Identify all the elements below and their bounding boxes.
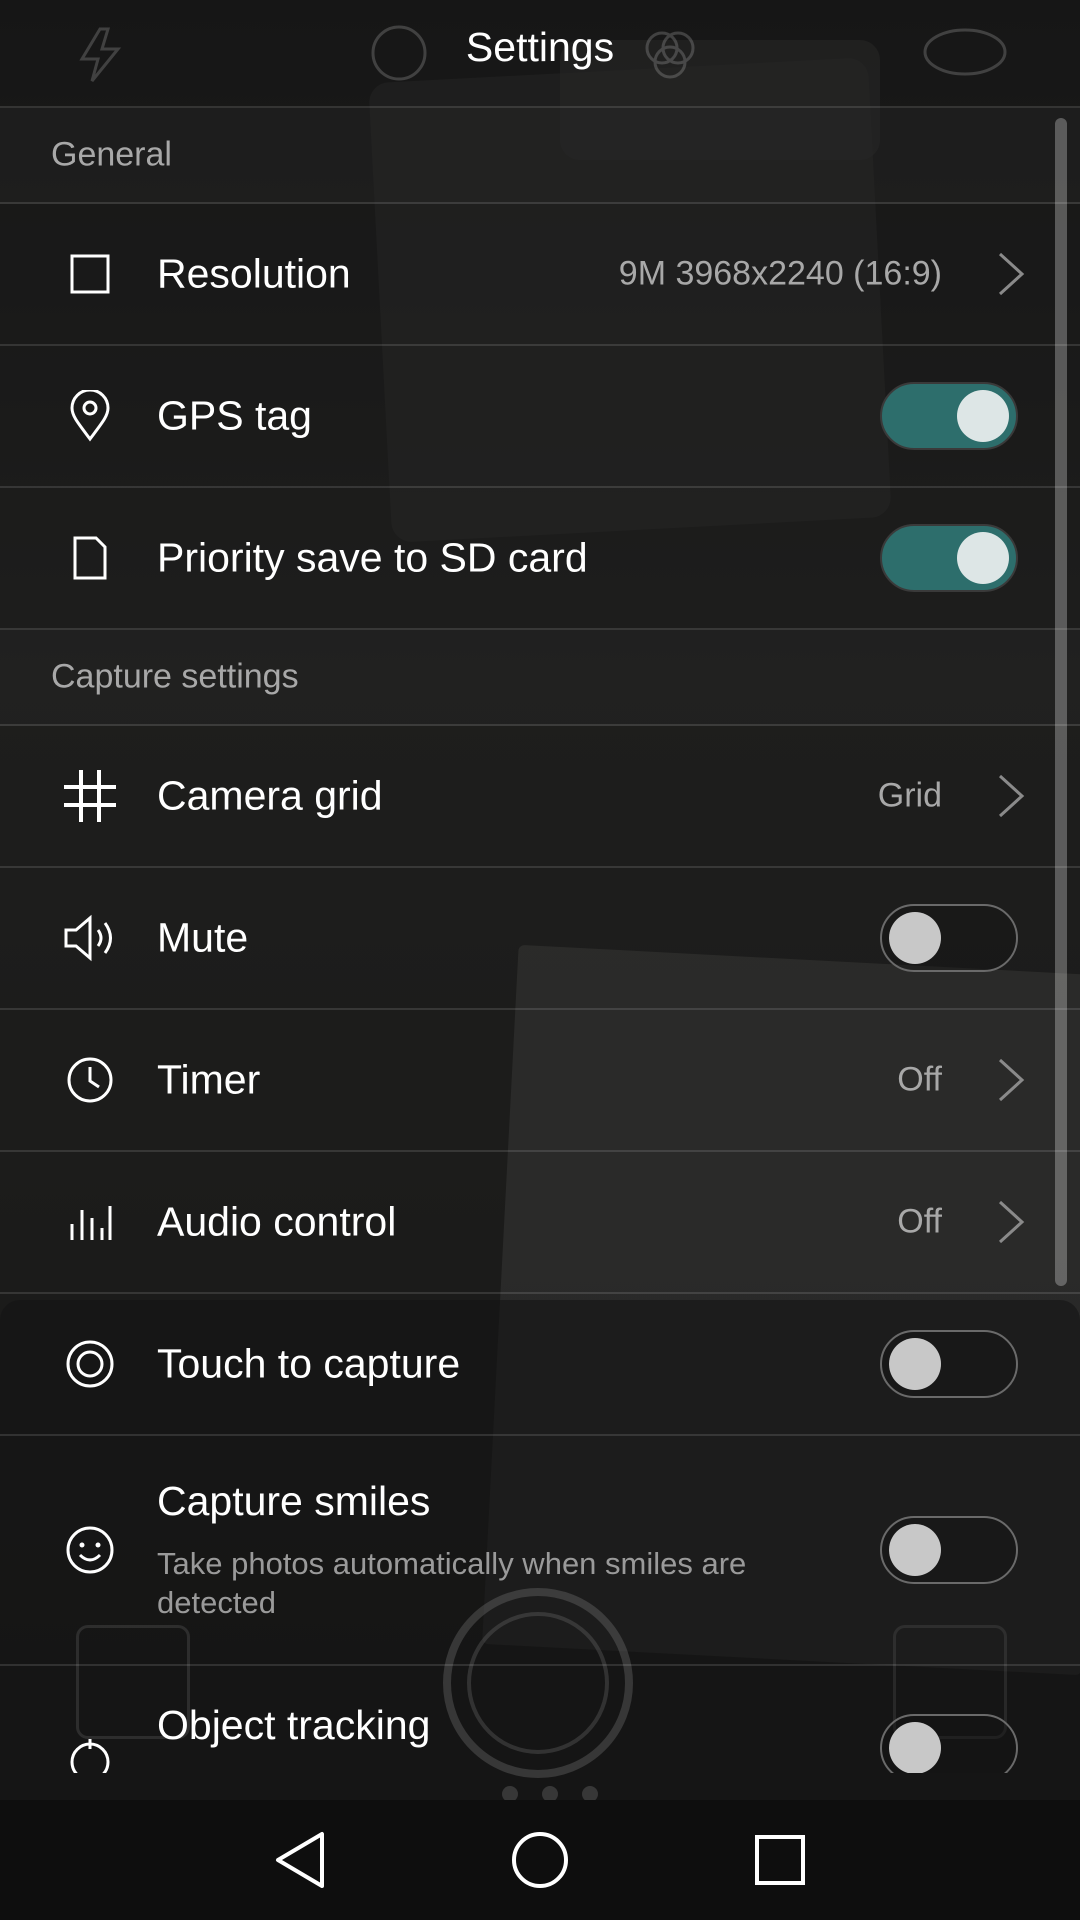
- section-header-capture: Capture settings: [0, 630, 1080, 726]
- setting-value: Grid: [877, 776, 942, 815]
- setting-label: Capture smiles: [157, 1478, 431, 1524]
- setting-priority-sd[interactable]: Priority save to SD card: [0, 488, 1080, 630]
- setting-label: Timer: [157, 1056, 261, 1103]
- smiley-icon: [60, 1520, 120, 1580]
- system-nav-bar: [0, 1800, 1080, 1920]
- setting-value: Off: [897, 1060, 942, 1099]
- toggle-knob: [889, 1722, 941, 1773]
- setting-timer[interactable]: Timer Off: [0, 1010, 1080, 1152]
- setting-label: Priority save to SD card: [157, 534, 588, 581]
- speaker-icon: [60, 908, 120, 968]
- setting-object-tracking[interactable]: Object tracking: [0, 1666, 1080, 1773]
- grid-icon: [60, 766, 120, 826]
- home-button[interactable]: [500, 1820, 580, 1900]
- gps-tag-toggle[interactable]: [880, 382, 1018, 450]
- recents-button[interactable]: [740, 1820, 820, 1900]
- location-pin-icon: [60, 386, 120, 446]
- object-tracking-toggle[interactable]: [880, 1714, 1018, 1773]
- setting-resolution[interactable]: Resolution 9M 3968x2240 (16:9): [0, 204, 1080, 346]
- setting-label: Resolution: [157, 250, 351, 297]
- setting-label: Mute: [157, 914, 249, 961]
- chevron-right-icon: [998, 1200, 1025, 1244]
- setting-label: Camera grid: [157, 772, 383, 819]
- scrollbar[interactable]: [1055, 118, 1067, 1286]
- toggle-knob: [889, 1524, 941, 1576]
- back-triangle-icon: [276, 1832, 324, 1888]
- settings-list[interactable]: General Resolution 9M 3968x2240 (16:9) G…: [0, 108, 1080, 1773]
- home-circle-icon: [512, 1832, 568, 1888]
- clock-icon: [60, 1050, 120, 1110]
- section-header-general: General: [0, 108, 1080, 204]
- section-title: General: [51, 135, 172, 174]
- setting-label: GPS tag: [157, 392, 312, 439]
- setting-capture-smiles[interactable]: Capture smiles Take photos automatically…: [0, 1436, 1080, 1666]
- setting-description: Take photos automatically when smiles ar…: [157, 1546, 747, 1620]
- sd-card-icon: [60, 528, 120, 588]
- mute-toggle[interactable]: [880, 904, 1018, 972]
- tracking-icon: [60, 1732, 120, 1773]
- setting-value: Off: [897, 1202, 942, 1241]
- setting-label: Touch to capture: [157, 1340, 461, 1387]
- touch-circle-icon: [60, 1334, 120, 1394]
- setting-camera-grid[interactable]: Camera grid Grid: [0, 726, 1080, 868]
- setting-mute[interactable]: Mute: [0, 868, 1080, 1010]
- toggle-knob: [889, 1338, 941, 1390]
- resolution-square-icon: [60, 244, 120, 304]
- setting-gps-tag[interactable]: GPS tag: [0, 346, 1080, 488]
- back-button[interactable]: [260, 1820, 340, 1900]
- recents-square-icon: [755, 1835, 805, 1885]
- setting-label: Object tracking: [157, 1702, 431, 1748]
- capture-smiles-toggle[interactable]: [880, 1516, 1018, 1584]
- toggle-knob: [957, 390, 1009, 442]
- chevron-right-icon: [998, 1058, 1025, 1102]
- chevron-right-icon: [998, 252, 1025, 296]
- setting-label: Audio control: [157, 1198, 397, 1245]
- chevron-right-icon: [998, 774, 1025, 818]
- touch-capture-toggle[interactable]: [880, 1330, 1018, 1398]
- setting-value: 9M 3968x2240 (16:9): [618, 254, 942, 293]
- setting-touch-capture[interactable]: Touch to capture: [0, 1294, 1080, 1436]
- priority-sd-toggle[interactable]: [880, 524, 1018, 592]
- setting-audio-control[interactable]: Audio control Off: [0, 1152, 1080, 1294]
- toggle-knob: [889, 912, 941, 964]
- settings-header: Settings: [0, 0, 1080, 108]
- audio-bars-icon: [60, 1192, 120, 1252]
- page-title: Settings: [465, 24, 615, 70]
- section-title: Capture settings: [51, 657, 299, 696]
- toggle-knob: [957, 532, 1009, 584]
